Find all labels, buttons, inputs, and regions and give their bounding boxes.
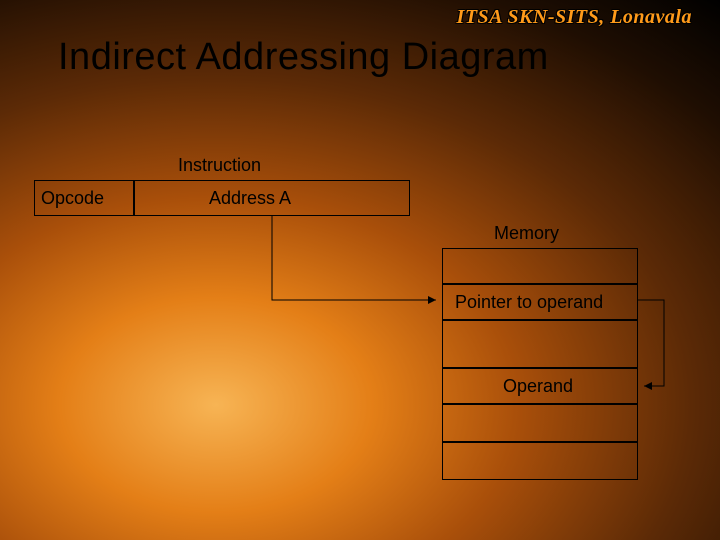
slide-title: Indirect Addressing Diagram: [58, 36, 549, 79]
watermark-text: ITSA SKN-SITS, Lonavala: [457, 6, 692, 29]
slide: ITSA SKN-SITS, Lonavala Indirect Address…: [0, 0, 720, 540]
opcode-text: Opcode: [41, 188, 104, 209]
address-box: Address A: [134, 180, 410, 216]
operand-text: Operand: [503, 376, 573, 397]
address-text: Address A: [209, 188, 291, 209]
memory-row-0: [442, 248, 638, 284]
memory-row-2: [442, 320, 638, 368]
memory-row-5: [442, 442, 638, 480]
memory-row-4: [442, 404, 638, 442]
pointer-box: Pointer to operand: [442, 284, 638, 320]
opcode-box: Opcode: [34, 180, 134, 216]
memory-label: Memory: [494, 223, 559, 244]
operand-box: Operand: [442, 368, 638, 404]
pointer-text: Pointer to operand: [455, 292, 603, 313]
instruction-label: Instruction: [178, 155, 261, 176]
